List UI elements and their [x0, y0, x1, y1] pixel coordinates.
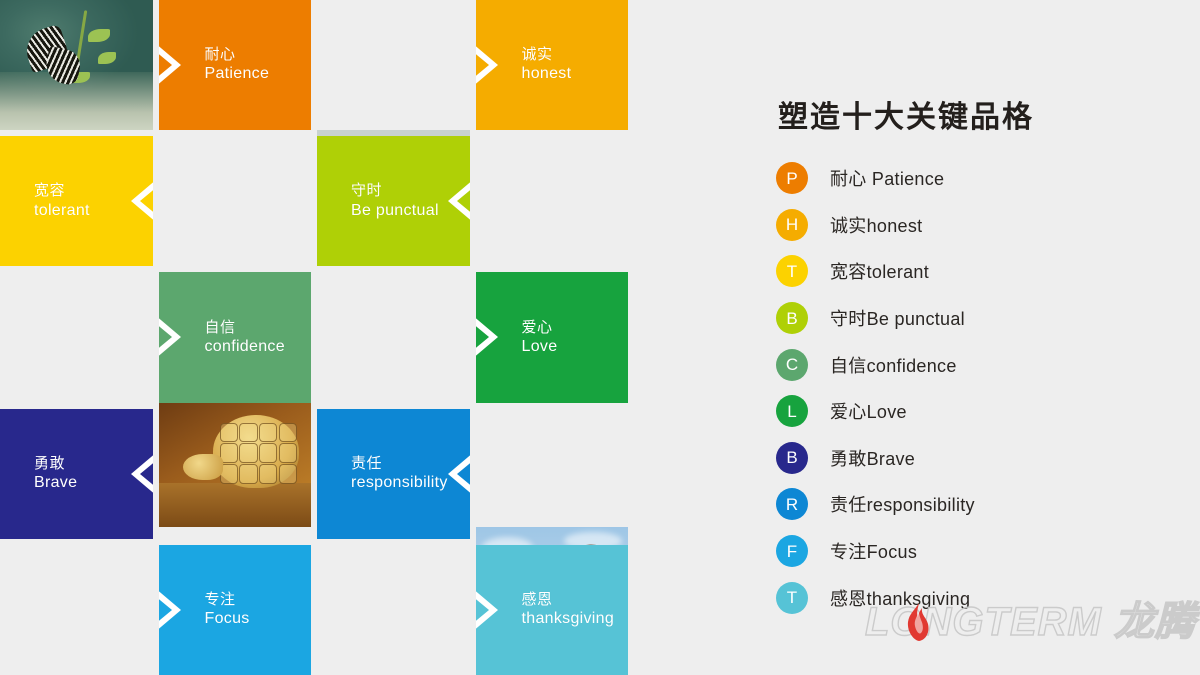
legend-item-label: 爱心Love: [830, 402, 907, 423]
legend-item-label: 守时Be punctual: [830, 309, 965, 330]
character-tile-tolerant[interactable]: 宽容 tolerant: [0, 136, 153, 267]
tortoise-photo[interactable]: [158, 396, 311, 527]
character-label-cn: 专注: [204, 590, 236, 608]
character-label-cn: 勇敢: [34, 454, 66, 472]
character-tile-label: 守时 Be punctual: [317, 182, 439, 220]
legend-badge-icon: P: [776, 162, 808, 195]
character-tile-label: 专注 Focus: [159, 591, 250, 629]
legend-item[interactable]: F 专注Focus: [776, 528, 1196, 575]
chevron-left-icon: [130, 452, 153, 496]
chevron-left-icon: [447, 179, 470, 223]
character-tile-brave[interactable]: 勇敢 Brave: [0, 408, 153, 539]
legend-item[interactable]: T 宽容tolerant: [776, 248, 1196, 295]
legend-item-label: 诚实honest: [830, 215, 923, 236]
legend-badge-icon: B: [776, 441, 808, 474]
character-tile-confidence[interactable]: 自信 confidence: [158, 272, 311, 403]
character-label-en: Brave: [34, 474, 78, 492]
legend-item[interactable]: P 耐心 Patience: [776, 155, 1196, 202]
character-tile-label: 自信 confidence: [159, 319, 285, 357]
legend-badge-icon: B: [776, 302, 808, 335]
legend-item-label: 宽容tolerant: [830, 262, 930, 283]
character-label-en: thanksgiving: [521, 610, 615, 628]
character-label-en: Be punctual: [351, 201, 439, 219]
legend-item-label: 自信confidence: [830, 355, 957, 376]
legend-badge-icon: L: [776, 395, 808, 428]
character-label-en: Love: [521, 337, 558, 355]
character-label-cn: 感恩: [521, 590, 553, 608]
page-title: 塑造十大关键品格: [778, 101, 1034, 134]
legend-item-label: 耐心 Patience: [830, 169, 945, 190]
summary-panel: 塑造十大关键品格 P 耐心 Patience H 诚实honest T 宽容toleran…: [628, 0, 1200, 675]
character-label-en: honest: [521, 65, 572, 83]
character-tile-love[interactable]: 爱心 Love: [475, 272, 628, 403]
legend-badge-icon: T: [776, 255, 808, 288]
chevron-left-icon: [130, 179, 153, 223]
butterfly-photo[interactable]: [0, 0, 153, 131]
character-label-en: Focus: [204, 610, 250, 628]
legend-list: P 耐心 Patience H 诚实honest T 宽容tolerant B 守时Be pu…: [776, 155, 1196, 621]
legend-item-label: 专注Focus: [830, 542, 918, 563]
legend-item[interactable]: B 勇敢Brave: [776, 435, 1196, 482]
character-tile-label: 责任 responsibility: [317, 455, 448, 493]
character-label-cn: 自信: [204, 318, 236, 336]
character-label-cn: 责任: [351, 454, 383, 472]
character-tile-focus[interactable]: 专注 Focus: [158, 544, 311, 675]
legend-item[interactable]: H 诚实honest: [776, 202, 1196, 249]
character-tile-patience[interactable]: 耐心 Patience: [158, 0, 311, 131]
slide-canvas: 耐心 Patience 诚实 honest 宽容 tolerant 守时 Be punctua…: [0, 0, 1200, 675]
character-label-cn: 宽容: [34, 182, 66, 200]
character-tile-label: 耐心 Patience: [159, 46, 270, 84]
character-tile-label: 诚实 honest: [476, 46, 572, 84]
flame-icon: [907, 603, 929, 641]
character-label-en: Patience: [204, 65, 270, 83]
character-label-en: responsibility: [351, 474, 448, 492]
character-label-cn: 诚实: [521, 46, 553, 64]
legend-badge-icon: R: [776, 488, 808, 521]
legend-item[interactable]: L 爱心Love: [776, 388, 1196, 435]
longterm-logo-watermark: LONGTERM 龙腾: [864, 598, 1195, 646]
legend-item-label: 勇敢Brave: [830, 448, 916, 469]
character-tile-label: 勇敢 Brave: [0, 455, 77, 493]
character-tile-be-punctual[interactable]: 守时 Be punctual: [317, 136, 470, 267]
character-label-cn: 爱心: [521, 318, 553, 336]
character-tile-thanksgiving[interactable]: 感恩 thanksgiving: [475, 544, 628, 675]
character-tile-label: 感恩 thanksgiving: [476, 591, 615, 629]
character-label-cn: 守时: [351, 182, 383, 200]
chevron-left-icon: [447, 452, 470, 496]
character-tile-label: 宽容 tolerant: [0, 182, 90, 220]
character-label-en: tolerant: [34, 201, 90, 219]
character-label-en: confidence: [204, 337, 285, 355]
character-grid: 耐心 Patience 诚实 honest 宽容 tolerant 守时 Be punctua…: [0, 0, 628, 675]
legend-item[interactable]: R 责任responsibility: [776, 481, 1196, 528]
character-label-cn: 耐心: [204, 46, 236, 64]
legend-badge-icon: T: [776, 581, 808, 614]
legend-item-label: 责任responsibility: [830, 495, 975, 516]
legend-item[interactable]: B 守时Be punctual: [776, 295, 1196, 342]
legend-item[interactable]: C 自信confidence: [776, 341, 1196, 388]
character-tile-responsibility[interactable]: 责任 responsibility: [317, 408, 470, 539]
legend-badge-icon: F: [776, 535, 808, 568]
character-tile-honest[interactable]: 诚实 honest: [475, 0, 628, 131]
legend-badge-icon: H: [776, 208, 808, 241]
character-tile-label: 爱心 Love: [476, 319, 558, 357]
legend-badge-icon: C: [776, 348, 808, 381]
